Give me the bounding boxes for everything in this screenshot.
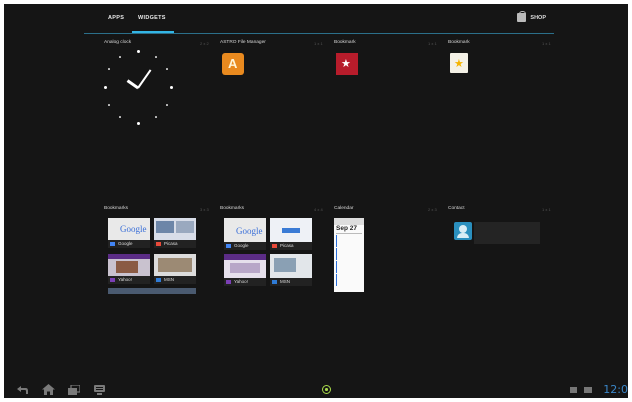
bookmark-thumb-yahoo[interactable]: Yahoo! (108, 254, 150, 284)
bookmark-row-partial (108, 288, 196, 294)
favicon-icon (272, 244, 277, 248)
home-icon[interactable] (42, 384, 55, 395)
divider (336, 233, 362, 234)
widget-dims: 1 x 1 (428, 41, 437, 46)
widget-picker-screen: APPS WIDGETS SHOP Analog clock 2 x 2 AST… (4, 4, 628, 398)
bookmark-thumb-msn[interactable]: MSN (270, 254, 312, 286)
top-tab-bar: APPS WIDGETS SHOP (84, 11, 554, 34)
widget-label-analog-clock: Analog clock (104, 40, 132, 45)
menu-icon[interactable] (94, 385, 105, 395)
favicon-icon (110, 278, 115, 282)
calendar-event (336, 235, 362, 247)
widget-label-astro: ASTRO File Manager (220, 40, 266, 45)
calendar-event (336, 248, 362, 260)
bookmark-thumb-msn[interactable]: MSN (154, 254, 196, 284)
notification-icon[interactable] (570, 387, 577, 393)
clock-minute-hand (137, 69, 152, 89)
google-logo-text: Google (236, 226, 263, 236)
bookmark-white-icon[interactable]: ★ (450, 53, 468, 73)
shop-button[interactable]: SHOP (517, 11, 546, 22)
clock-tick (166, 68, 168, 70)
star-icon: ★ (454, 58, 464, 70)
tab-apps[interactable]: APPS (108, 15, 124, 21)
thumbnail-image (176, 221, 194, 233)
calendar-date: Sep 27 (336, 225, 357, 232)
clock-tick (119, 56, 121, 58)
widget-label-bookmark-2: Bookmark (448, 40, 470, 45)
favicon-icon (226, 244, 231, 248)
bookmark-thumb-google[interactable]: Google Google (224, 218, 266, 250)
thumbnail-image (158, 258, 192, 272)
bookmark-red-icon[interactable]: ★ (336, 53, 358, 75)
tab-widgets[interactable]: WIDGETS (138, 15, 166, 21)
analog-clock-widget[interactable] (104, 50, 174, 125)
favicon-icon (110, 242, 115, 246)
clock-tick (108, 68, 110, 70)
clock-tick (155, 116, 157, 118)
system-navigation-bar: 12:0 (4, 382, 628, 398)
widget-dims: 1 x 1 (542, 41, 551, 46)
widget-dims: 2 x 3 (428, 207, 437, 212)
favicon-icon (156, 242, 161, 246)
clock-tick (119, 116, 121, 118)
thumbnail-image (282, 228, 300, 233)
calendar-event (336, 274, 362, 286)
widget-label-calendar: Calendar (334, 206, 354, 211)
launcher-dot-icon[interactable] (322, 385, 331, 394)
calendar-header (334, 218, 364, 225)
widget-dims: 1 x 1 (314, 41, 323, 46)
widget-label-bookmarks-2: Bookmarks (220, 206, 244, 211)
clock-tick (166, 104, 168, 106)
astro-file-manager-icon[interactable] (222, 53, 244, 75)
thumbnail-image (274, 258, 296, 272)
thumbnail-image (230, 263, 260, 273)
google-logo-text: Google (120, 224, 147, 234)
thumbnail-image (224, 254, 266, 260)
clock-tick (170, 86, 173, 89)
favicon-icon (272, 280, 277, 284)
widget-dims: 4 x 4 (314, 207, 323, 212)
clock-tick (155, 56, 157, 58)
screenshot-frame: APPS WIDGETS SHOP Analog clock 2 x 2 AST… (0, 0, 632, 402)
widget-label-bookmarks: Bookmarks (104, 206, 128, 211)
contact-name-placeholder (474, 222, 540, 244)
clock-hour-hand (126, 79, 139, 90)
thumbnail-image (156, 221, 174, 233)
clock-tick (137, 50, 140, 53)
clock-tick (137, 122, 140, 125)
widget-label-bookmark: Bookmark (334, 40, 356, 45)
status-clock[interactable]: 12:0 (603, 383, 628, 396)
bookmark-thumb-picasa[interactable]: Picasa (154, 218, 196, 248)
shop-label: SHOP (530, 14, 546, 21)
bookmark-thumb-yahoo[interactable]: Yahoo! (224, 254, 266, 286)
recent-apps-icon[interactable] (68, 385, 80, 395)
bookmark-thumb-google[interactable]: Google Google (108, 218, 150, 248)
calendar-event (336, 261, 362, 273)
widget-dims: 2 x 2 (200, 41, 209, 46)
notification-icon[interactable] (584, 387, 592, 393)
clock-tick (108, 104, 110, 106)
widget-label-contact: Contact (448, 206, 465, 211)
tab-divider (84, 33, 554, 34)
widget-dims: 3 x 3 (200, 207, 209, 212)
favicon-icon (156, 278, 161, 282)
thumbnail-image (116, 261, 138, 273)
thumbnail-image (108, 254, 150, 259)
contact-icon[interactable] (454, 222, 472, 240)
back-icon[interactable] (16, 385, 28, 395)
clock-tick (104, 86, 107, 89)
widget-dims: 1 x 1 (542, 207, 551, 212)
favicon-icon (226, 280, 231, 284)
star-icon: ★ (341, 58, 351, 70)
shopping-bag-icon (517, 11, 527, 22)
calendar-widget[interactable]: Sep 27 (334, 218, 364, 292)
bookmark-thumb-picasa[interactable]: Picasa (270, 218, 312, 250)
